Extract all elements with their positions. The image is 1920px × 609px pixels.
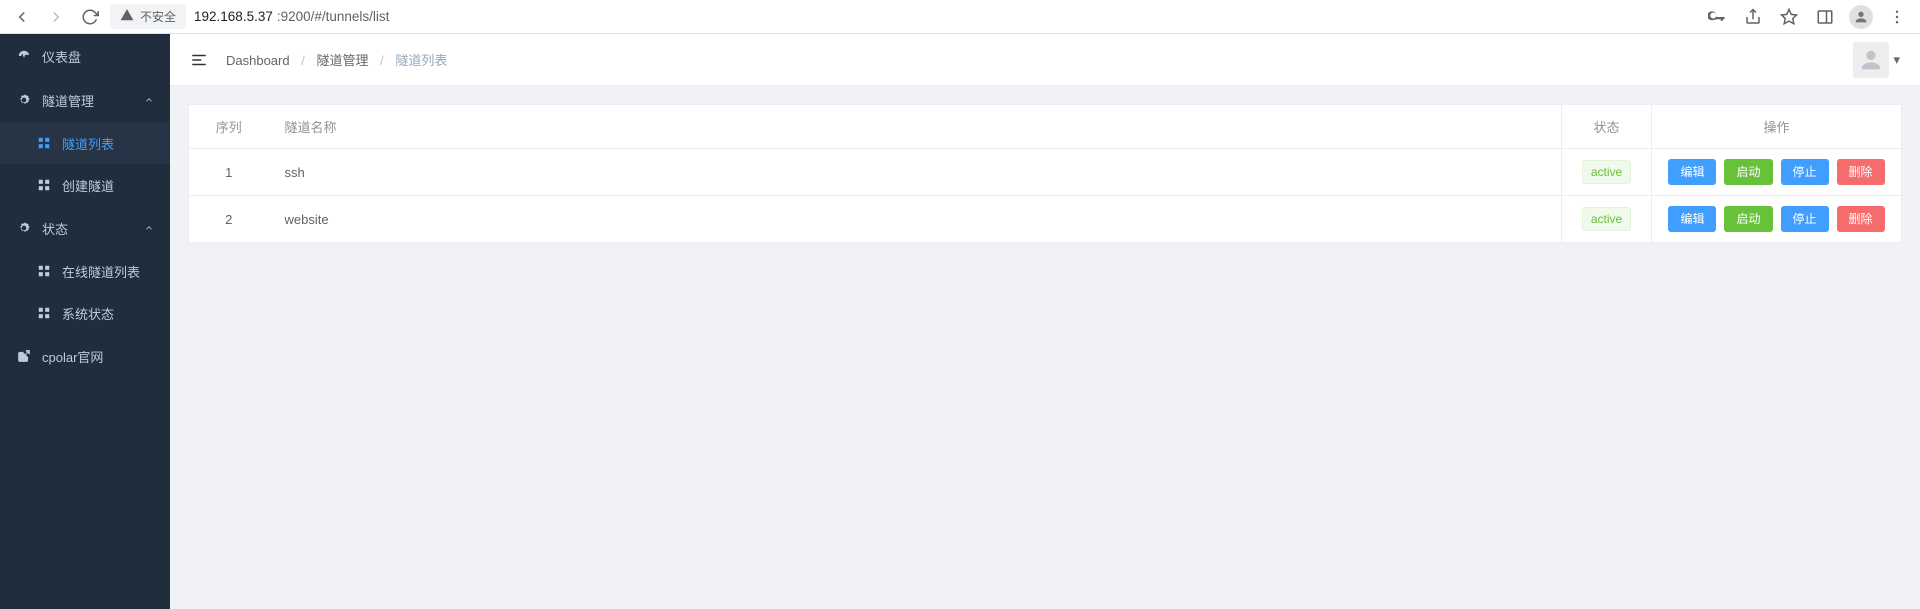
hamburger-icon[interactable] [190, 51, 208, 69]
breadcrumb-sep: / [380, 53, 384, 68]
sidebar: 仪表盘 隧道管理 隧道列表 创建隧道 状态 在线隧道列表 系统状态 [0, 34, 170, 609]
col-seq: 序列 [189, 105, 269, 149]
sidebar-item-label: 隧道列表 [62, 134, 114, 153]
sidebar-item-label: 状态 [42, 219, 68, 238]
sidebar-item-label: 隧道管理 [42, 91, 94, 110]
sidepanel-icon[interactable] [1810, 2, 1840, 32]
forward-button[interactable] [42, 3, 70, 31]
sidebar-item-create-tunnel[interactable]: 创建隧道 [0, 164, 170, 206]
external-link-icon [16, 349, 32, 363]
cell-name: ssh [269, 149, 1562, 196]
share-icon[interactable] [1738, 2, 1768, 32]
sidebar-item-label: 在线隧道列表 [62, 262, 140, 281]
stop-button[interactable]: 停止 [1781, 206, 1829, 232]
grid-icon [36, 306, 52, 320]
sidebar-item-tunnel-list[interactable]: 隧道列表 [0, 122, 170, 164]
sidebar-item-cpolar-site[interactable]: cpolar官网 [0, 334, 170, 378]
start-button[interactable]: 启动 [1724, 206, 1772, 232]
url-port: :9200 [277, 9, 311, 24]
gear-icon [16, 221, 32, 235]
user-avatar[interactable] [1853, 42, 1889, 78]
security-chip[interactable]: 不安全 [110, 4, 186, 29]
grid-icon [36, 136, 52, 150]
col-status: 状态 [1562, 105, 1652, 149]
sidebar-item-label: 系统状态 [62, 304, 114, 323]
reload-button[interactable] [76, 3, 104, 31]
edit-button[interactable]: 编辑 [1668, 206, 1716, 232]
breadcrumb: Dashboard / 隧道管理 / 隧道列表 [226, 50, 447, 69]
app: 仪表盘 隧道管理 隧道列表 创建隧道 状态 在线隧道列表 系统状态 [0, 34, 1920, 609]
grid-icon [36, 264, 52, 278]
sidebar-item-system-status[interactable]: 系统状态 [0, 292, 170, 334]
start-button[interactable]: 启动 [1724, 159, 1772, 185]
grid-icon [36, 178, 52, 192]
content: 序列 隧道名称 状态 操作 1 ssh active 编辑 [170, 86, 1920, 261]
delete-button[interactable]: 删除 [1837, 206, 1885, 232]
col-name: 隧道名称 [269, 105, 1562, 149]
warning-icon [120, 8, 134, 25]
header: Dashboard / 隧道管理 / 隧道列表 ▾ [170, 34, 1920, 86]
sidebar-item-status[interactable]: 状态 [0, 206, 170, 250]
stop-button[interactable]: 停止 [1781, 159, 1829, 185]
breadcrumb-tunnel-mgmt[interactable]: 隧道管理 [316, 53, 368, 68]
address-bar[interactable]: 192.168.5.37 :9200/#/tunnels/list [192, 9, 389, 24]
edit-button[interactable]: 编辑 [1668, 159, 1716, 185]
breadcrumb-dashboard[interactable]: Dashboard [226, 53, 290, 68]
breadcrumb-current: 隧道列表 [395, 53, 447, 68]
col-actions: 操作 [1652, 105, 1902, 149]
caret-down-icon[interactable]: ▾ [1893, 52, 1900, 68]
key-icon[interactable] [1702, 2, 1732, 32]
chevron-up-icon [144, 221, 154, 236]
kebab-menu-icon[interactable] [1882, 2, 1912, 32]
url-host: 192.168.5.37 [194, 9, 273, 24]
cell-actions: 编辑 启动 停止 删除 [1652, 149, 1902, 196]
status-badge: active [1582, 207, 1631, 231]
table-row: 1 ssh active 编辑 启动 停止 删除 [189, 149, 1902, 196]
cell-name: website [269, 196, 1562, 243]
gauge-icon [16, 49, 32, 63]
status-badge: active [1582, 160, 1631, 184]
cell-seq: 2 [189, 196, 269, 243]
sidebar-item-tunnel-mgmt[interactable]: 隧道管理 [0, 78, 170, 122]
chevron-up-icon [144, 93, 154, 108]
sidebar-item-label: cpolar官网 [42, 347, 103, 366]
cell-seq: 1 [189, 149, 269, 196]
profile-button[interactable] [1846, 2, 1876, 32]
delete-button[interactable]: 删除 [1837, 159, 1885, 185]
table-row: 2 website active 编辑 启动 停止 删除 [189, 196, 1902, 243]
sidebar-item-online-tunnels[interactable]: 在线隧道列表 [0, 250, 170, 292]
cell-actions: 编辑 启动 停止 删除 [1652, 196, 1902, 243]
sidebar-item-label: 创建隧道 [62, 176, 114, 195]
sidebar-item-dashboard[interactable]: 仪表盘 [0, 34, 170, 78]
security-label: 不安全 [140, 8, 176, 25]
tunnels-table: 序列 隧道名称 状态 操作 1 ssh active 编辑 [188, 104, 1902, 243]
gear-icon [16, 93, 32, 107]
cell-status: active [1562, 196, 1652, 243]
star-icon[interactable] [1774, 2, 1804, 32]
main: Dashboard / 隧道管理 / 隧道列表 ▾ 序列 隧道名称 状态 操作 [170, 34, 1920, 609]
sidebar-item-label: 仪表盘 [42, 47, 81, 66]
cell-status: active [1562, 149, 1652, 196]
table-header-row: 序列 隧道名称 状态 操作 [189, 105, 1902, 149]
browser-toolbar: 不安全 192.168.5.37 :9200/#/tunnels/list [0, 0, 1920, 34]
back-button[interactable] [8, 3, 36, 31]
url-path: /#/tunnels/list [311, 9, 390, 24]
breadcrumb-sep: / [301, 53, 305, 68]
